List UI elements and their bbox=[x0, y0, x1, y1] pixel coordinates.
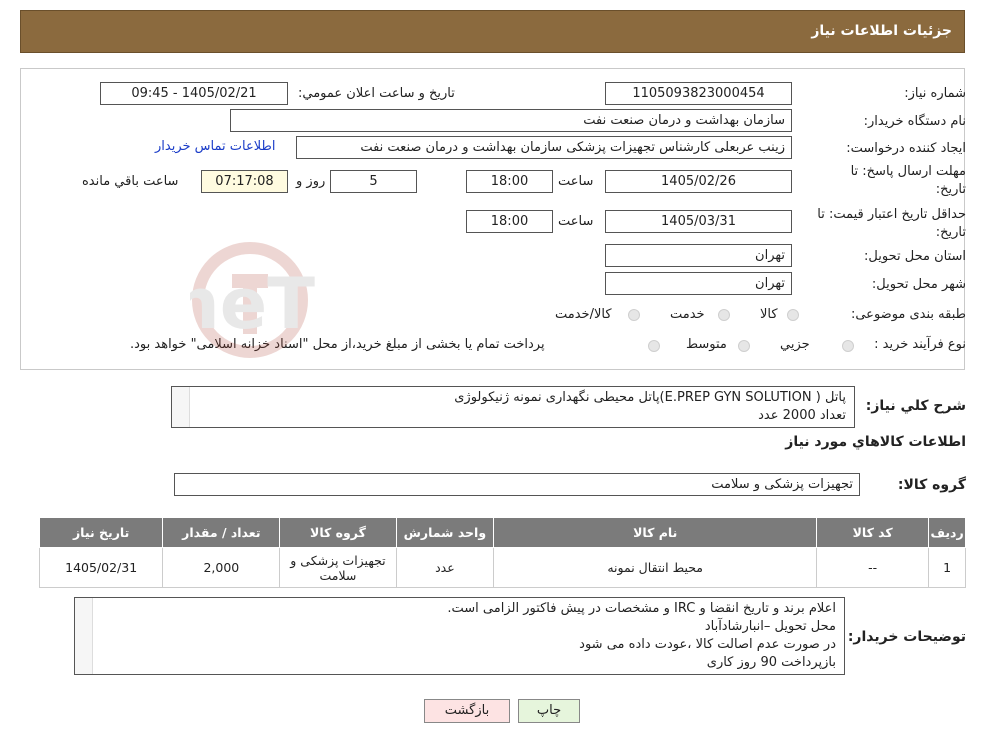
need-number-field: 1105093823000454 bbox=[605, 82, 792, 105]
col-unit: واحد شمارش bbox=[395, 517, 495, 548]
summary-textarea[interactable]: پاتل ( E.PREP GYN SOLUTION)پاتل محیطی نگ… bbox=[171, 386, 855, 428]
announce-label: تاریخ و ساعت اعلان عمومي: bbox=[298, 86, 455, 101]
province-label: استان محل تحويل: bbox=[864, 249, 966, 264]
province-field: تهران bbox=[605, 244, 792, 267]
days-label: روز و bbox=[296, 174, 326, 189]
contact-info-link[interactable]: اطلاعات تماس خريدار bbox=[155, 139, 275, 154]
back-button[interactable]: بازگشت bbox=[424, 699, 510, 723]
buyer-label: نام دستگاه خريدار: bbox=[863, 114, 966, 129]
goods-group-field: تجهیزات پزشکی و سلامت bbox=[174, 473, 860, 496]
category-both-label: كالا/خدمت bbox=[555, 307, 612, 322]
buyer-note-line-2: محل تحویل –انبارشادآباد bbox=[704, 619, 836, 634]
col-group: گروه كالا bbox=[279, 517, 397, 548]
col-name: نام كالا bbox=[493, 517, 818, 548]
goods-section-title: اطلاعات كالاهاي مورد نياز bbox=[785, 434, 966, 450]
category-service-radio[interactable] bbox=[718, 309, 730, 321]
cell-unit: عدد bbox=[395, 547, 495, 588]
validity-time-label: ساعت bbox=[558, 214, 594, 229]
process-minor-label: جزيي bbox=[780, 337, 810, 352]
buyer-note-line-3: در صورت عدم اصالت کالا ،عودت داده می شود bbox=[579, 637, 836, 652]
col-code: كد كالا bbox=[816, 517, 930, 548]
validity-label-2: تاريخ: bbox=[935, 225, 966, 240]
cell-group: تجهیزات پزشکی و سلامت bbox=[279, 547, 397, 588]
remaining-time-field: 07:17:08 bbox=[201, 170, 288, 193]
creator-field: زینب عربعلی کارشناس تجهیزات پزشکی سازمان… bbox=[296, 136, 792, 159]
table-header-row: رديف كد كالا نام كالا واحد شمارش گروه كا… bbox=[38, 517, 966, 548]
creator-label: ايجاد كننده درخواست: bbox=[846, 141, 966, 156]
validity-label: حداقل تاريخ اعتبار قيمت: تا bbox=[817, 207, 966, 222]
city-label: شهر محل تحويل: bbox=[871, 277, 966, 292]
goods-group-label: گروه كالا: bbox=[897, 477, 966, 493]
buyer-note-line-1: اعلام برند و تاریخ انقضا و IRC و مشخصات … bbox=[447, 601, 836, 616]
buyer-notes-label: توضيحات خريدار: bbox=[847, 629, 966, 645]
category-label: طبقه بندی موضوعی: bbox=[850, 307, 966, 322]
table-row: 1 -- محیط انتقال نمونه عدد تجهیزات پزشکی… bbox=[38, 547, 966, 588]
process-medium-label: متوسط bbox=[686, 337, 727, 352]
treasury-checkbox[interactable] bbox=[648, 340, 660, 352]
deadline-label-2: تاريخ: bbox=[935, 182, 966, 197]
cell-code: -- bbox=[816, 547, 930, 588]
days-field: 5 bbox=[330, 170, 417, 193]
city-field: تهران bbox=[605, 272, 792, 295]
cell-date: 1405/02/31 bbox=[38, 547, 164, 588]
summary-line-1: پاتل ( E.PREP GYN SOLUTION)پاتل محیطی نگ… bbox=[454, 390, 846, 405]
process-medium-radio[interactable] bbox=[738, 340, 750, 352]
process-label: نوع فرآيند خريد : bbox=[874, 337, 966, 352]
cell-qty: 2,000 bbox=[162, 547, 281, 588]
process-minor-radio[interactable] bbox=[842, 340, 854, 352]
validity-date-field: 1405/03/31 bbox=[605, 210, 792, 233]
buyer-notes-scrollbar[interactable] bbox=[75, 598, 93, 674]
category-goods-radio[interactable] bbox=[787, 309, 799, 321]
buyer-field: سازمان بهداشت و درمان صنعت نفت bbox=[230, 109, 792, 132]
cell-row: 1 bbox=[928, 547, 966, 588]
summary-scrollbar[interactable] bbox=[172, 387, 190, 427]
treasury-note: پرداخت تمام يا بخشی از مبلغ خريد،از محل … bbox=[130, 337, 545, 352]
announce-field: 1405/02/21 - 09:45 bbox=[100, 82, 288, 105]
print-button[interactable]: چاپ bbox=[518, 699, 580, 723]
col-date: تاريخ نياز bbox=[38, 517, 164, 548]
buyer-notes-textarea[interactable]: اعلام برند و تاریخ انقضا و IRC و مشخصات … bbox=[74, 597, 845, 675]
deadline-time-label: ساعت bbox=[558, 174, 594, 189]
summary-label: شرح كلي نياز: bbox=[865, 398, 966, 414]
validity-time-field: 18:00 bbox=[466, 210, 553, 233]
summary-line-2: تعداد 2000 عدد bbox=[758, 408, 846, 423]
category-both-radio[interactable] bbox=[628, 309, 640, 321]
page-header: جزئیات اطلاعات نیاز bbox=[20, 10, 965, 53]
goods-table: رديف كد كالا نام كالا واحد شمارش گروه كا… bbox=[38, 517, 966, 588]
category-goods-label: كالا bbox=[760, 307, 778, 322]
category-service-label: خدمت bbox=[670, 307, 705, 322]
deadline-date-field: 1405/02/26 bbox=[605, 170, 792, 193]
need-number-label: شماره نیاز: bbox=[904, 86, 966, 101]
buyer-note-line-4: بازپرداخت 90 روز کاری bbox=[706, 655, 836, 670]
deadline-label: مهلت ارسال پاسخ: تا bbox=[850, 164, 966, 179]
col-qty: تعداد / مقدار bbox=[162, 517, 281, 548]
cell-name: محیط انتقال نمونه bbox=[493, 547, 818, 588]
deadline-time-field: 18:00 bbox=[466, 170, 553, 193]
remaining-label: ساعت باقي مانده bbox=[82, 174, 179, 189]
page-title: جزئیات اطلاعات نیاز bbox=[811, 23, 952, 39]
col-row: رديف bbox=[928, 517, 966, 548]
